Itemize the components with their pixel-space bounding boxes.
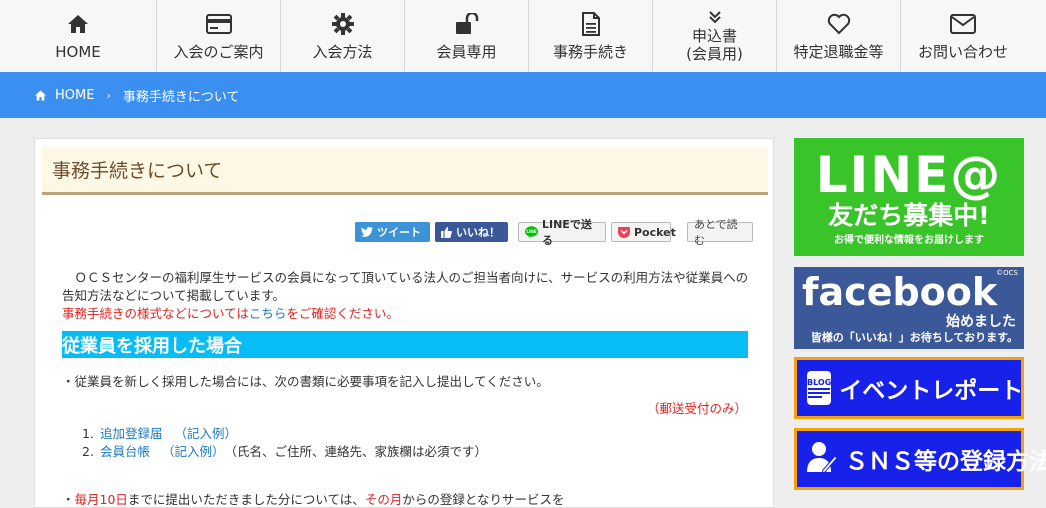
- facebook-banner[interactable]: facebook ©OCS 始めました 皆様の「いいね！」お待ちしております。: [794, 267, 1024, 349]
- line-share-label: LINEで送る: [542, 218, 592, 247]
- facebook-banner-caption: 皆様の「いいね！」お待ちしております。: [810, 331, 1018, 344]
- list-item: 1. 追加登録届 （記入例）: [82, 425, 487, 443]
- breadcrumb-home-link[interactable]: HOME: [55, 88, 94, 103]
- intro-text: ＯＣＳセンターの福利厚生サービスの会員になって頂いている法人のご担当者向けに、サ…: [62, 269, 752, 323]
- gear-icon: [331, 11, 354, 37]
- nav-application-sublabel: (会員用): [686, 45, 743, 63]
- list-item-number: 2.: [82, 444, 94, 459]
- intro-note: 事務手続きの様式などについてはこちらをご確認ください。: [62, 305, 752, 323]
- nav-members-label: 会員専用: [436, 43, 497, 61]
- like-label: いいね！: [456, 226, 500, 239]
- nav-application-label: 申込書: [691, 27, 737, 45]
- deadline-date: 毎月10日: [74, 492, 128, 507]
- thumbs-up-icon: [441, 226, 452, 238]
- sns-registration-banner[interactable]: ＳＮＳ等の登録方法: [794, 428, 1046, 490]
- line-banner-caption: お得で便利な情報をお届けします: [834, 234, 984, 246]
- document-icon: [581, 11, 601, 37]
- nav-contact[interactable]: お問い合わせ: [901, 0, 1025, 72]
- heart-icon: [827, 11, 851, 37]
- event-report-banner[interactable]: BLOG イベントレポート: [794, 357, 1024, 419]
- nav-retirement[interactable]: 特定退職金等: [777, 0, 901, 72]
- tweet-button[interactable]: ツイート: [355, 222, 430, 242]
- home-icon: [67, 11, 89, 37]
- blog-icon-label: BLOG: [807, 377, 832, 387]
- section-heading: 従業員を採用した場合: [62, 331, 748, 358]
- pocket-label: Pocket: [634, 225, 676, 239]
- list-item: 2. 会員台帳 （記入例） （氏名、ご住所、連絡先、家族欄は必須です）: [82, 443, 487, 461]
- sns-registration-label: ＳＮＳ等の登録方法: [845, 449, 1046, 475]
- nav-application[interactable]: 申込書 (会員用): [653, 0, 777, 72]
- nav-procedures[interactable]: 事務手続き: [529, 0, 653, 72]
- deadline-month: その月: [364, 492, 403, 507]
- page-title: 事務手続きについて: [42, 147, 768, 195]
- nav-members[interactable]: 会員専用: [405, 0, 529, 72]
- line-share-button[interactable]: LINE LINEで送る: [518, 218, 606, 247]
- deadline-note: ・毎月10日までに提出いただきました分については、その月からの登録となりサービス…: [62, 489, 564, 508]
- required-fields-note: （氏名、ご住所、連絡先、家族欄は必須です）: [224, 444, 488, 459]
- nav-home-label: HOME: [55, 43, 101, 61]
- tweet-label: ツイート: [377, 226, 421, 239]
- main-content: 事務手続きについて ツイート いいね！ LINE LINEで送る Pocket …: [34, 138, 774, 508]
- breadcrumb: HOME › 事務手続きについて: [0, 72, 1046, 118]
- mail-only-note: （郵送受付のみ）: [647, 401, 748, 416]
- example-link[interactable]: （記入例）: [175, 425, 238, 443]
- intro-note-suffix: をご確認ください。: [286, 306, 399, 321]
- line-banner[interactable]: LINE@ 友だち募集中! お得で便利な情報をお届けします: [794, 138, 1024, 256]
- like-button[interactable]: いいね！: [435, 222, 508, 242]
- line-icon: LINE: [525, 226, 538, 238]
- nav-retirement-label: 特定退職金等: [793, 43, 884, 61]
- deadline-bullet: ・: [62, 492, 75, 507]
- nav-home[interactable]: HOME: [0, 0, 157, 72]
- nav-guide-label: 入会のご案内: [173, 43, 264, 61]
- chevron-double-down-icon: [708, 9, 722, 25]
- svg-text:LINE: LINE: [526, 229, 537, 234]
- intro-note-prefix: 事務手続きの様式などについては: [62, 306, 249, 321]
- card-icon: [205, 11, 232, 37]
- nav-guide[interactable]: 入会のご案内: [157, 0, 281, 72]
- pocket-icon: [618, 226, 630, 238]
- example-link[interactable]: （記入例）: [162, 443, 225, 461]
- breadcrumb-separator: ›: [106, 88, 111, 102]
- top-nav: HOME 入会のご案内 入会方法 会員専用 事務手続き 申込書 (会員用) 特定…: [0, 0, 1046, 72]
- facebook-banner-ocs: ©OCS: [996, 269, 1018, 277]
- pocket-button[interactable]: Pocket: [611, 222, 676, 242]
- twitter-icon: [361, 227, 373, 237]
- line-banner-subtitle: 友だち募集中!: [828, 200, 990, 230]
- mail-icon: [950, 11, 976, 37]
- member-ledger-link[interactable]: 会員台帳: [100, 443, 150, 461]
- nav-join[interactable]: 入会方法: [281, 0, 405, 72]
- unlock-icon: [455, 11, 479, 37]
- facebook-banner-title: facebook: [802, 270, 998, 314]
- read-later-button[interactable]: あとで読む: [687, 218, 753, 247]
- intro-paragraph: ＯＣＳセンターの福利厚生サービスの会員になって頂いている法人のご担当者向けに、サ…: [62, 270, 749, 303]
- intro-here-link[interactable]: こちら: [249, 306, 287, 321]
- deadline-end: からの登録となりサービスを: [402, 492, 565, 507]
- event-report-label: イベントレポート: [839, 378, 1024, 404]
- additional-registration-link[interactable]: 追加登録届: [100, 425, 163, 443]
- home-icon: [34, 90, 47, 101]
- nav-join-label: 入会方法: [312, 43, 373, 61]
- facebook-banner-subtitle: 始めました: [946, 314, 1016, 330]
- breadcrumb-current: 事務手続きについて: [122, 89, 240, 105]
- nav-contact-label: お問い合わせ: [917, 43, 1008, 61]
- user-edit-icon: [807, 440, 838, 478]
- blog-icon: BLOG: [807, 371, 832, 405]
- form-list: 1. 追加登録届 （記入例） 2. 会員台帳 （記入例） （氏名、ご住所、連絡先…: [82, 425, 487, 461]
- deadline-text: までに提出いただきました分については、: [127, 492, 365, 507]
- line-banner-title: LINE@: [815, 145, 1003, 204]
- section-paragraph: ・従業員を新しく採用した場合には、次の書類に必要事項を記入し提出してください。: [62, 374, 549, 389]
- list-item-number: 1.: [82, 426, 94, 441]
- nav-procedures-label: 事務手続き: [552, 43, 628, 61]
